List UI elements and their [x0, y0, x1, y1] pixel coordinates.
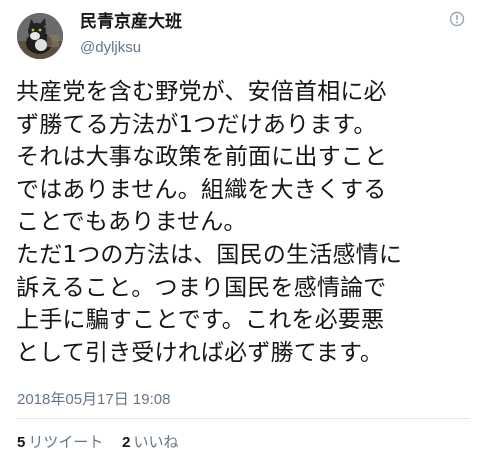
- like-count: 2: [122, 434, 131, 451]
- tweet-text-line: として引き受ければ必ず勝てます。: [16, 339, 384, 366]
- tweet-text-line: ず勝てる方法が1つだけあります。: [16, 111, 377, 138]
- retweet-label: リツイート: [28, 433, 104, 451]
- tweet-text-line: それは大事な政策を前面に出すこと: [16, 144, 388, 171]
- tweet-text-line: ことでもありません。: [16, 209, 247, 236]
- like-stat[interactable]: 2 いいね: [122, 432, 178, 453]
- author-display-name[interactable]: 民青京産大班: [80, 11, 182, 33]
- like-label: いいね: [133, 433, 179, 451]
- tweet-header: 民青京産大班 @dyljksu: [14, 10, 466, 62]
- tweet-text-line: 上手に騙すことです。これを必要悪: [16, 307, 385, 334]
- tweet-stats: 5 リツイート 2 いいね: [17, 432, 193, 453]
- caret-down-icon[interactable]: [448, 10, 466, 28]
- retweet-stat[interactable]: 5 リツイート: [17, 432, 103, 453]
- avatar-image: [17, 13, 63, 59]
- cat-avatar-icon[interactable]: [17, 13, 63, 59]
- tweet-text-line: ではありません。組織を大きくする: [16, 176, 387, 203]
- tweet-text-line: ただ1つの方法は、国民の生活感情に: [16, 241, 403, 268]
- tweet-text: 共産党を含む野党が、安倍首相に必 ず勝てる方法が1つだけあります。 それは大事な…: [16, 76, 468, 369]
- tweet-text-line: 訴えること。つまり国民を感情論で: [16, 274, 387, 301]
- retweet-count: 5: [17, 434, 26, 451]
- author-handle[interactable]: @dyljksu: [80, 38, 182, 58]
- divider: [16, 418, 470, 419]
- tweet-card: 民青京産大班 @dyljksu 共産党を含む野党が、安倍首相に必 ず勝てる方法が…: [0, 0, 480, 462]
- tweet-text-line: 共産党を含む野党が、安倍首相に必: [16, 79, 387, 105]
- author-info: 民青京産大班 @dyljksu: [80, 11, 182, 58]
- tweet-timestamp[interactable]: 2018年05月17日 19:08: [17, 390, 170, 410]
